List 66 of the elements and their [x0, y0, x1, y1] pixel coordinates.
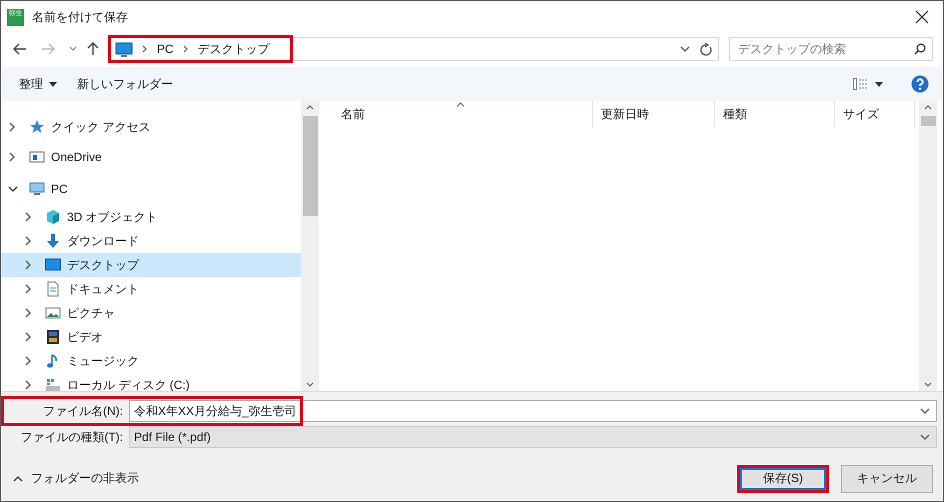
caret-icon — [49, 82, 57, 86]
scroll-up-icon[interactable] — [306, 105, 314, 110]
column-header[interactable]: 名前 — [319, 101, 593, 127]
scroll-thumb[interactable] — [920, 116, 936, 126]
column-header[interactable]: 更新日時 — [593, 101, 715, 127]
search-icon[interactable] — [914, 43, 926, 55]
tree-item[interactable]: PC — [51, 182, 68, 196]
download-arrow-icon — [45, 233, 61, 249]
tree-item[interactable]: ローカル ディスク (C:) — [67, 376, 190, 391]
tree-item[interactable]: ダウンロード — [67, 232, 139, 250]
cloud-drive-icon — [29, 149, 45, 165]
field-label: ファイルの種類(T): — [19, 428, 124, 446]
cancel-button[interactable]: キャンセル — [841, 464, 933, 492]
forward-arrow-icon — [40, 43, 55, 55]
tree-item[interactable]: クイック アクセス — [51, 118, 150, 136]
computer-icon — [29, 181, 45, 197]
refresh-icon[interactable] — [700, 42, 712, 56]
scroll-down-icon[interactable] — [306, 382, 314, 387]
film-icon — [45, 329, 61, 345]
chevron-right-icon — [182, 44, 189, 54]
scrollbar[interactable] — [301, 101, 319, 391]
close-icon[interactable] — [915, 10, 929, 24]
tree-item[interactable]: 3D オブジェクト — [67, 208, 158, 226]
document-icon — [45, 281, 61, 297]
window-title: 名前を付けて保存 — [32, 8, 128, 26]
back-arrow-icon[interactable] — [13, 43, 27, 55]
column-header[interactable]: サイズ — [835, 101, 915, 127]
scroll-thumb[interactable] — [302, 116, 318, 216]
tree-item-highlight[interactable]: デスクトップ — [1, 253, 301, 277]
star-icon — [29, 119, 45, 135]
caret-icon — [875, 82, 883, 86]
chevron-right-icon — [142, 44, 148, 54]
file-name-field[interactable]: 令和X年XX月分給与_弥生壱司 — [129, 400, 937, 422]
save-button[interactable]: 保存(S) — [737, 464, 829, 492]
tree-item[interactable]: デスクトップ — [67, 256, 139, 274]
chevron-down-icon[interactable] — [920, 408, 930, 414]
organize-menu-button[interactable]: 整理 — [9, 72, 67, 96]
help-icon[interactable] — [911, 75, 929, 93]
file-type-dropdown[interactable]: Pdf File (*.pdf) — [129, 426, 937, 448]
chevron-down-icon[interactable] — [680, 46, 690, 52]
tree-item[interactable]: ピクチャ — [67, 304, 115, 322]
scroll-down-icon[interactable] — [924, 382, 932, 387]
sort-caret-icon — [456, 102, 464, 107]
monitor-icon — [45, 257, 61, 273]
disk-drive-icon — [45, 377, 61, 391]
picture-icon — [45, 305, 61, 321]
scroll-up-icon[interactable] — [924, 105, 932, 110]
breadcrumb[interactable]: PC — [156, 42, 174, 56]
tree-item[interactable]: ビデオ — [67, 328, 103, 346]
cube-icon — [45, 209, 61, 225]
chevron-down-icon[interactable] — [920, 434, 930, 440]
address-bar[interactable]: PC デスクトップ — [108, 37, 719, 61]
tree-item[interactable]: OneDrive — [51, 150, 102, 164]
tree-item[interactable]: ドキュメント — [67, 280, 139, 298]
list-view-icon — [853, 78, 869, 90]
hide-folders-button[interactable]: フォルダーの非表示 — [9, 470, 143, 487]
monitor-icon — [114, 42, 133, 56]
up-arrow-icon[interactable] — [86, 42, 99, 56]
tree-item[interactable]: ミュージック — [67, 352, 139, 370]
scrollbar[interactable] — [919, 101, 937, 391]
new-folder-button[interactable]: 新しいフォルダー — [67, 72, 183, 96]
search-field[interactable]: デスクトップの検索 — [728, 37, 933, 61]
chevron-up-icon — [13, 476, 23, 482]
column-header[interactable]: 種類 — [715, 101, 835, 127]
breadcrumb[interactable]: デスクトップ — [198, 40, 270, 58]
field-label: ファイル名(N): — [42, 402, 124, 420]
